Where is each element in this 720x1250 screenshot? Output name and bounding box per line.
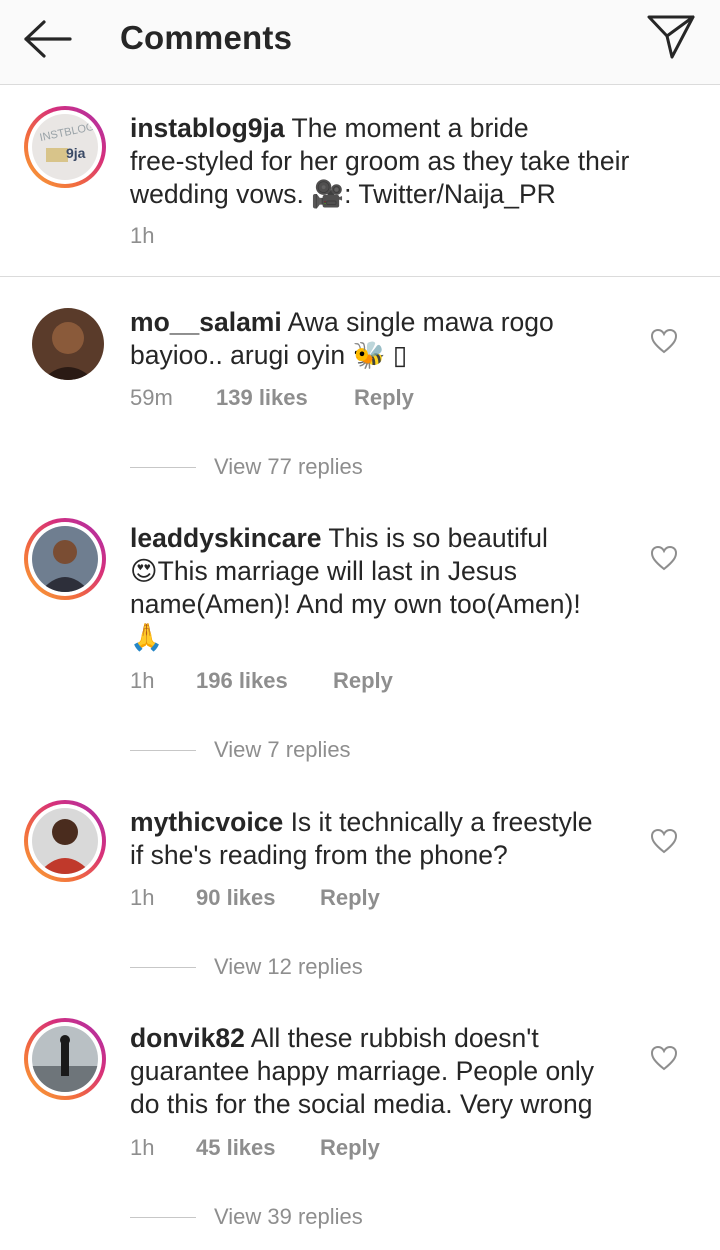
heart-icon[interactable] <box>650 1045 678 1071</box>
likes-count[interactable]: 90 likes <box>196 884 320 912</box>
divider <box>130 1217 196 1218</box>
comment-text: leaddyskincare This is so beautiful 😍Thi… <box>130 523 581 652</box>
heart-icon[interactable] <box>650 328 678 354</box>
heart-icon[interactable] <box>650 545 678 571</box>
post-caption: INSTBLOG 9ja instablog9ja The moment a b… <box>0 84 720 277</box>
divider <box>130 467 196 468</box>
avatar[interactable] <box>24 800 106 882</box>
comment-text: mythicvoice Is it technically a freestyl… <box>130 807 593 870</box>
comment-username[interactable]: leaddyskincare <box>130 523 322 553</box>
top-bar: Comments <box>0 0 720 85</box>
caption-time: 1h <box>130 223 155 248</box>
comment-username[interactable]: mythicvoice <box>130 807 283 837</box>
svg-text:9ja: 9ja <box>66 145 86 161</box>
comment-text: donvik82 All these rubbish doesn't guara… <box>130 1023 595 1119</box>
avatar[interactable] <box>24 518 106 600</box>
comment-text: mo__salami Awa single mawa rogo bayioo..… <box>130 307 554 370</box>
likes-count[interactable]: 196 likes <box>196 667 333 695</box>
paper-plane-icon <box>647 15 695 59</box>
reply-button[interactable]: Reply <box>354 384 414 412</box>
likes-count[interactable]: 139 likes <box>216 384 354 412</box>
divider <box>130 750 196 751</box>
likes-count[interactable]: 45 likes <box>196 1134 320 1162</box>
arrow-left-icon <box>24 20 72 58</box>
reply-button[interactable]: Reply <box>320 1134 380 1162</box>
caption-text: instablog9ja The moment a bride free-sty… <box>130 113 630 209</box>
comment-meta: 1h 45 likes Reply <box>130 1134 380 1162</box>
caption-username[interactable]: instablog9ja <box>130 113 285 143</box>
reply-button[interactable]: Reply <box>320 884 380 912</box>
page-title: Comments <box>120 19 293 56</box>
reply-button[interactable]: Reply <box>333 667 393 695</box>
instablog9ja-logo: INSTBLOG 9ja <box>32 114 98 180</box>
divider <box>130 967 196 968</box>
comment-meta: 59m 139 likes Reply <box>130 384 414 412</box>
back-button[interactable] <box>20 18 76 62</box>
comment-meta: 1h 90 likes Reply <box>130 884 380 912</box>
comment-username[interactable]: mo__salami <box>130 307 282 337</box>
avatar[interactable]: INSTBLOG 9ja <box>24 106 106 188</box>
share-button[interactable] <box>644 12 698 62</box>
avatar[interactable] <box>24 1018 106 1100</box>
comment-meta: 1h 196 likes Reply <box>130 667 393 695</box>
comment-username[interactable]: donvik82 <box>130 1023 245 1053</box>
avatar[interactable] <box>32 308 104 380</box>
heart-icon[interactable] <box>650 828 678 854</box>
